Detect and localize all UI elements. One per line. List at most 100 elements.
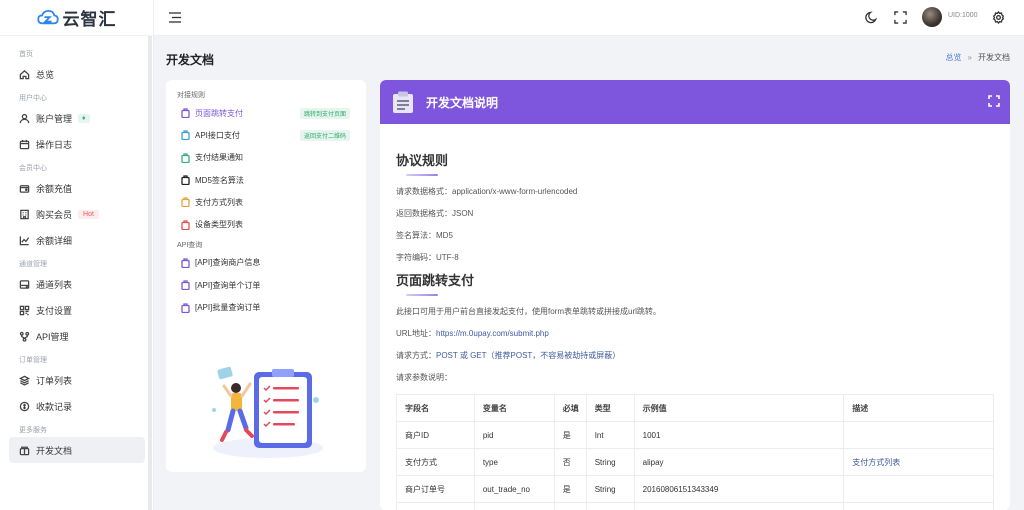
docs-group-title: API查询: [177, 241, 203, 249]
sidebar-group-title: 首页: [19, 51, 33, 58]
sidebar-item[interactable]: 通道列表: [0, 271, 153, 297]
url-line: URL地址：https://m.0upay.com/submit.php: [396, 328, 994, 340]
method-label: 请求方式：: [396, 351, 436, 360]
doc-body: 协议规则 请求数据格式：application/x-www-form-urlen…: [380, 150, 1010, 510]
sidebar-item[interactable]: 订单列表: [0, 367, 153, 393]
user-avatar[interactable]: [922, 7, 942, 27]
app-logo[interactable]: 云智汇: [0, 0, 153, 36]
table-header-cell: 示例值: [633, 394, 845, 422]
sidebar: 云智汇 首页 总览 用户中心 账户管理 ♦ 操作日志 会员中心 余额充值 购买会员 Hot 余额详细…: [0, 0, 154, 510]
docs-nav-item[interactable]: [API]查询商户信息: [166, 252, 366, 274]
sidebar-item[interactable]: 收款记录: [0, 393, 153, 419]
table-cell: [843, 502, 994, 510]
docs-nav-badge: 返回支付二维码: [299, 129, 350, 141]
doc-content-card: 开发文档说明 协议规则 请求数据格式：application/x-www-for…: [380, 80, 1010, 510]
table-cell: 商户ID: [396, 421, 475, 449]
table-cell: [843, 421, 994, 449]
menu-toggle-icon[interactable]: [169, 12, 181, 23]
table-cell: alipay: [633, 448, 845, 476]
wallet-icon: [18, 182, 30, 194]
sidebar-group-title: 会员中心: [19, 165, 47, 172]
sidebar-item[interactable]: 操作日志: [0, 131, 153, 157]
table-row: [396, 502, 994, 510]
table-cell[interactable]: 支付方式列表: [843, 448, 994, 476]
clipboard-icon: [393, 91, 413, 113]
submit-url[interactable]: https://m.0upay.com/submit.php: [436, 329, 549, 338]
nodes-icon: [18, 330, 30, 342]
docs-nav-item[interactable]: 支付结果通知: [166, 147, 366, 169]
docs-nav-label: 设备类型列表: [195, 220, 243, 230]
sidebar-item[interactable]: 账户管理 ♦: [0, 105, 153, 131]
sidebar-group-title: 更多服务: [19, 427, 47, 434]
sidebar-item-label: API管理: [36, 331, 69, 342]
protocol-line: 签名算法：MD5: [396, 231, 453, 240]
sidebar-item[interactable]: 余额充值: [0, 175, 153, 201]
docs-nav-item[interactable]: [API]批量查询订单: [166, 296, 366, 318]
cloud-logo-icon: [36, 9, 59, 24]
sidebar-scrollbar[interactable]: [148, 36, 152, 510]
method-value: POST 或 GET（推荐POST，不容易被劫持或屏蔽）: [436, 351, 621, 360]
dark-mode-icon[interactable]: [865, 11, 878, 24]
protocol-line: 请求数据格式：application/x-www-form-urlencoded: [396, 187, 578, 196]
jump-pay-title: 页面跳转支付: [396, 273, 475, 288]
document-icon: [181, 175, 190, 186]
table-cell: [396, 502, 475, 510]
table-cell: out_trade_no: [473, 475, 555, 503]
jump-pay-desc: 此接口可用于用户前台直接发起支付，使用form表单跳转或拼接成url跳转。: [396, 307, 661, 316]
expand-icon[interactable]: [988, 95, 1000, 107]
docs-nav-label: API接口支付: [195, 130, 240, 140]
sidebar-item[interactable]: 开发文档: [9, 437, 145, 463]
protocol-line: 字符编码：UTF-8: [396, 253, 459, 262]
user-uid[interactable]: UID:1000: [948, 12, 978, 19]
params-label: 请求参数说明：: [396, 373, 452, 382]
docs-nav-label: 支付结果通知: [195, 153, 243, 163]
table-cell: [585, 502, 635, 510]
docs-nav-list: 对接规则 页面跳转支付 跳转到支付页面 API接口支付 返回支付二维码 支付结果通知 MD5…: [166, 80, 366, 319]
drive-icon: [18, 278, 30, 290]
sidebar-item-label: 购买会员: [36, 209, 73, 220]
chart-icon: [18, 234, 30, 246]
settings-gear-icon[interactable]: [992, 10, 1005, 25]
documentation-illustration: [212, 366, 323, 458]
doc-header: 开发文档说明: [380, 80, 1010, 124]
sidebar-group-title: 订单管理: [19, 357, 47, 364]
sidebar-item[interactable]: 总览: [0, 61, 153, 87]
document-icon: [181, 108, 190, 119]
sidebar-item-label: 订单列表: [36, 375, 73, 386]
docs-nav-item[interactable]: 设备类型列表: [166, 213, 366, 235]
sidebar-item[interactable]: 购买会员 Hot: [0, 201, 153, 227]
docs-nav-label: [API]查询商户信息: [195, 258, 261, 268]
docs-nav-card: 对接规则 页面跳转支付 跳转到支付页面 API接口支付 返回支付二维码 支付结果通知 MD5…: [166, 80, 366, 472]
table-cell: 1001: [633, 421, 845, 449]
sidebar-item-label: 通道列表: [36, 279, 73, 290]
document-icon: [181, 219, 190, 230]
docs-nav-item[interactable]: MD5签名算法: [166, 169, 366, 191]
doc-header-title: 开发文档说明: [426, 95, 499, 110]
sidebar-item-label: 余额详细: [36, 235, 73, 246]
document-icon: [181, 130, 190, 141]
docs-nav-label: [API]批量查询订单: [195, 303, 261, 313]
breadcrumb-home[interactable]: 总览: [946, 52, 962, 63]
docs-nav-item[interactable]: 页面跳转支付 跳转到支付页面: [166, 102, 366, 124]
document-icon: [181, 197, 190, 208]
sidebar-item[interactable]: 支付设置: [0, 297, 153, 323]
breadcrumb-current: 开发文档: [978, 53, 1010, 62]
docs-nav-item[interactable]: API接口支付 返回支付二维码: [166, 124, 366, 146]
url-label: URL地址：: [396, 329, 437, 338]
topbar: UID:1000: [154, 0, 1024, 36]
sidebar-item[interactable]: API管理: [0, 323, 153, 349]
table-header-cell: 变量名: [473, 394, 555, 422]
protocol-line: 返回数据格式：JSON: [396, 209, 474, 218]
docs-nav-item[interactable]: [API]查询单个订单: [166, 274, 366, 296]
table-cell: 否: [553, 448, 587, 476]
breadcrumb: 总览 » 开发文档: [946, 52, 1010, 63]
sidebar-item-label: 余额充值: [36, 183, 73, 194]
docs-nav-item[interactable]: 支付方式列表: [166, 191, 366, 213]
sidebar-item[interactable]: 余额详细: [0, 227, 153, 253]
sidebar-item-label: 收款记录: [36, 401, 73, 412]
hot-badge: Hot: [78, 209, 99, 219]
breadcrumb-separator-icon: »: [967, 53, 972, 62]
grid-icon: [18, 304, 30, 316]
fullscreen-icon[interactable]: [894, 11, 907, 24]
docs-nav-badge: 跳转到支付页面: [299, 107, 350, 119]
